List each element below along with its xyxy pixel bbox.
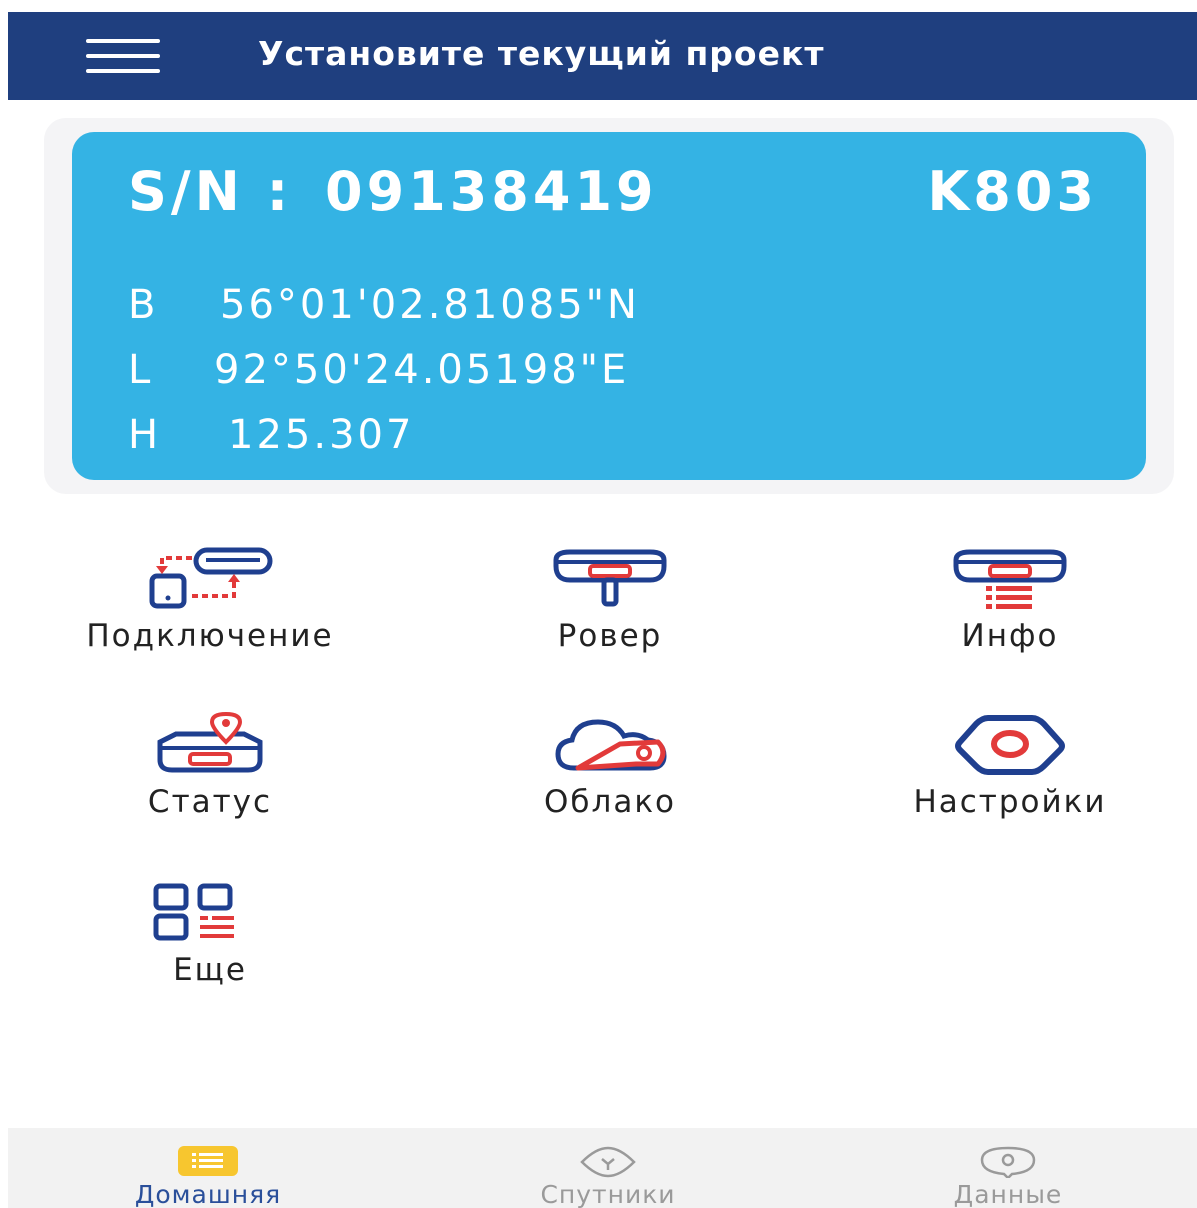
hamburger-menu-icon[interactable] — [86, 36, 160, 76]
status-button[interactable]: Статус — [10, 712, 410, 852]
status-label: Статус — [147, 784, 273, 820]
longitude-value: 92°50'24.05198"E — [214, 347, 630, 393]
serial-number-row: S/N : 09138419 K803 — [128, 160, 1098, 223]
latitude-label: B — [128, 282, 159, 328]
page-title[interactable]: Установите текущий проект — [258, 34, 825, 73]
cloud-button[interactable]: Облако — [410, 712, 810, 852]
app-screen: Установите текущий проект S/N : 09138419… — [0, 0, 1197, 1208]
status-icon — [157, 712, 263, 773]
cloud-icon — [555, 719, 667, 771]
nav-data-label: Данные — [953, 1180, 1063, 1208]
info-label: Инфо — [961, 618, 1059, 654]
info-button[interactable]: Инфо — [810, 546, 1197, 686]
satellites-icon — [580, 1146, 636, 1178]
latitude-row: B 56°01'02.81085"N — [128, 282, 640, 328]
rover-label: Ровер — [557, 618, 663, 654]
info-icon — [953, 549, 1067, 609]
more-icon — [153, 883, 234, 941]
height-label: H — [128, 412, 162, 458]
nav-data[interactable]: Данные — [810, 1128, 1197, 1208]
nav-home-label: Домашняя — [134, 1180, 282, 1208]
latitude-value: 56°01'02.81085"N — [220, 282, 640, 328]
rover-button[interactable]: Ровер — [410, 546, 810, 686]
longitude-row: L 92°50'24.05198"E — [128, 347, 629, 393]
rover-icon — [553, 549, 667, 607]
connection-label: Подключение — [86, 618, 334, 654]
height-value: 125.307 — [228, 412, 415, 458]
height-row: H 125.307 — [128, 412, 414, 458]
more-label: Еще — [173, 952, 247, 988]
connection-icon — [149, 547, 273, 609]
connection-button[interactable]: Подключение — [10, 546, 410, 686]
settings-label: Настройки — [913, 784, 1107, 820]
bottom-navigation: Домашняя Спутники Данные — [8, 1128, 1197, 1208]
longitude-label: L — [128, 347, 154, 393]
cloud-label: Облако — [543, 784, 677, 820]
nav-satellites-label: Спутники — [540, 1180, 676, 1208]
serial-number-value: 09138419 — [325, 160, 658, 223]
nav-home[interactable]: Домашняя — [10, 1128, 406, 1208]
device-info-card[interactable]: S/N : 09138419 K803 B 56°01'02.81085"N L 9… — [72, 132, 1146, 480]
settings-button[interactable]: Настройки — [810, 712, 1197, 852]
data-icon — [980, 1146, 1036, 1178]
more-button[interactable]: Еще — [10, 880, 410, 1020]
device-model: K803 — [927, 160, 1098, 223]
serial-number-label: S/N : — [128, 160, 293, 223]
top-app-bar: Установите текущий проект — [8, 12, 1197, 100]
nav-satellites[interactable]: Спутники — [410, 1128, 806, 1208]
home-icon — [178, 1146, 238, 1176]
settings-icon — [955, 715, 1065, 775]
